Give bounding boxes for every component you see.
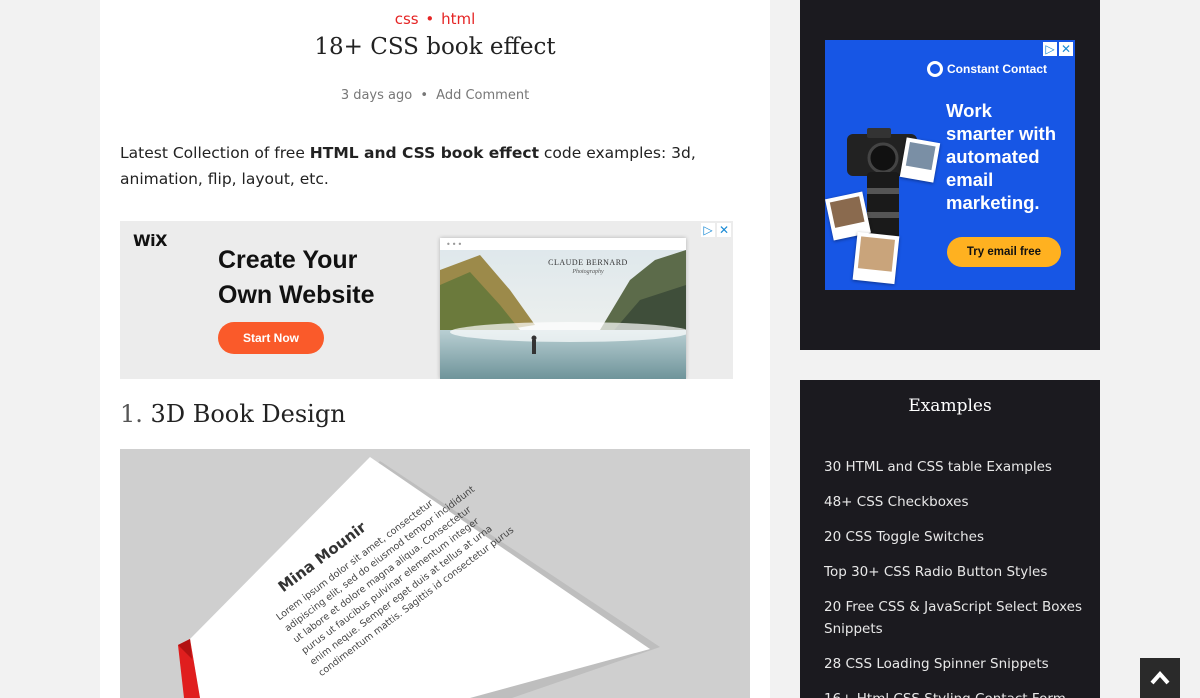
widget-link[interactable]: 20 Free CSS & JavaScript Select Boxes Sn… <box>824 596 1084 640</box>
examples-link-list: 30 HTML and CSS table Examples 48+ CSS C… <box>824 456 1084 698</box>
sidebar-ad-container: Constant Contact Work smarter with autom… <box>800 0 1100 350</box>
wix-ad-banner[interactable]: WiX Create Your Own Website Start Now ••… <box>120 221 733 379</box>
book-illustration: Mina Mounir Lorem ipsum dolor sit amet, … <box>120 449 750 698</box>
cc-headline-line5: marketing. <box>946 192 1040 213</box>
intro-text-start: Latest Collection of free <box>120 144 310 162</box>
preview-brand-name: CLAUDE BERNARD <box>548 258 628 267</box>
ad-choices[interactable]: ▷ ✕ <box>701 223 731 237</box>
chevron-up-icon <box>1150 670 1170 685</box>
cc-ad-choices[interactable]: ▷ ✕ <box>1043 42 1073 56</box>
meta-separator: • <box>420 88 429 103</box>
widget-link[interactable]: 28 CSS Loading Spinner Snippets <box>824 653 1084 675</box>
widget-link[interactable]: 30 HTML and CSS table Examples <box>824 456 1084 478</box>
preview-brand-sub: Photography <box>572 269 604 275</box>
play-icon[interactable]: ▷ <box>1043 42 1057 56</box>
wix-headline-line1: Create Your <box>218 246 358 274</box>
post-intro: Latest Collection of free HTML and CSS b… <box>120 140 740 192</box>
close-icon[interactable]: ✕ <box>1059 42 1073 56</box>
wix-start-now-button[interactable]: Start Now <box>218 322 324 354</box>
post-meta: 3 days ago • Add Comment <box>100 88 770 103</box>
constant-contact-logo-icon <box>927 61 943 77</box>
back-to-top-button[interactable] <box>1140 658 1180 698</box>
category-separator: • <box>425 10 435 28</box>
intro-bold-link: HTML and CSS book effect <box>309 144 539 162</box>
widget-link[interactable]: Top 30+ CSS Radio Button Styles <box>824 561 1084 583</box>
post-title: 18+ CSS book effect <box>314 34 556 60</box>
cc-headline-line4: email <box>946 169 994 190</box>
section-title: 3D Book Design <box>150 400 346 428</box>
cc-ad-headline: Work smarter with automated email market… <box>946 99 1056 214</box>
category-link-html[interactable]: html <box>441 10 475 28</box>
add-comment-link[interactable]: Add Comment <box>436 88 529 103</box>
cc-headline-line2: smarter with <box>946 123 1057 144</box>
section-number: 1. <box>120 400 143 428</box>
category-link-css[interactable]: css <box>395 10 419 28</box>
preview-window-dots: ••• <box>446 240 464 249</box>
widget-title: Examples <box>908 396 992 416</box>
cc-headline-line3: automated <box>946 146 1040 167</box>
widget-link[interactable]: 20 CSS Toggle Switches <box>824 526 1084 548</box>
post-article: css • html 18+ CSS book effect 3 days ag… <box>100 0 770 698</box>
wix-site-preview: ••• CLAUDE BERNARD Photography <box>440 238 686 379</box>
close-icon[interactable]: ✕ <box>717 223 731 237</box>
widget-link[interactable]: 16+ Html CSS Styling Contact Form <box>824 688 1084 698</box>
wix-ad-headline: Create Your Own Website <box>218 243 375 313</box>
post-categories: css • html <box>100 10 770 28</box>
book-preview-image: Mina Mounir Lorem ipsum dolor sit amet, … <box>120 449 750 698</box>
wix-headline-line2: Own Website <box>218 281 375 309</box>
widget-link[interactable]: 48+ CSS Checkboxes <box>824 491 1084 513</box>
section-heading: 1. 3D Book Design <box>120 400 346 428</box>
constant-contact-brand: Constant Contact <box>947 62 1047 76</box>
wix-logo: WiX <box>133 231 167 250</box>
play-icon[interactable]: ▷ <box>701 223 715 237</box>
cc-headline-line1: Work <box>946 100 992 121</box>
polaroid-photo-3 <box>899 137 941 183</box>
post-date: 3 days ago <box>340 88 413 103</box>
polaroid-photo-2 <box>852 231 900 285</box>
constant-contact-ad[interactable]: Constant Contact Work smarter with autom… <box>825 40 1075 290</box>
examples-widget: Examples 30 HTML and CSS table Examples … <box>800 380 1100 698</box>
try-email-free-button[interactable]: Try email free <box>947 237 1061 267</box>
